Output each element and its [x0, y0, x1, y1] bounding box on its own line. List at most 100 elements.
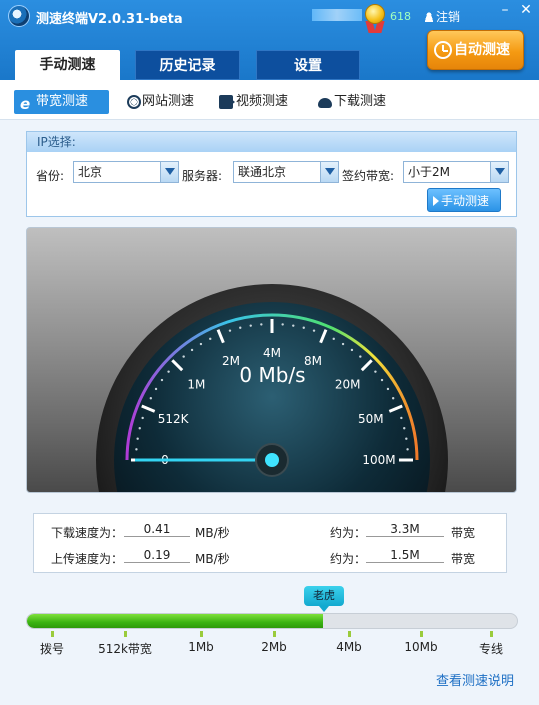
scale-tick	[490, 631, 493, 637]
province-value: 北京	[78, 165, 103, 179]
needle-center	[265, 453, 279, 467]
gauge-minor-tick	[312, 329, 316, 332]
subtab-website[interactable]: 网站测速	[127, 90, 194, 114]
main-content: e 带宽测速 网站测速 视频测速 下载测速 IP选择: 省份: 北京 服务器: …	[0, 80, 539, 705]
scale-label: 1Mb	[188, 640, 214, 654]
download-bandwidth-value: 3.3M	[366, 522, 444, 537]
gauge-label: 512K	[158, 412, 190, 426]
scale-tick	[124, 631, 127, 637]
app-title: 测速终端V2.0.31-beta	[36, 12, 183, 27]
province-select[interactable]: 北京	[73, 161, 179, 183]
scale-tick	[348, 631, 351, 637]
subtab-video[interactable]: 视频测速	[219, 90, 288, 114]
download-bw-unit: 带宽	[451, 526, 476, 540]
ip-panel-title: IP选择:	[27, 132, 516, 152]
gauge-minor-tick	[406, 448, 409, 451]
gauge-minor-tick	[141, 416, 144, 420]
gauge-minor-tick	[386, 387, 390, 391]
video-camera-icon	[219, 95, 235, 109]
username-blurred	[312, 9, 362, 21]
current-speed: 0 Mb/s	[239, 363, 306, 387]
globe-icon	[127, 95, 141, 109]
scale-tick	[420, 631, 423, 637]
chevron-down-icon[interactable]	[490, 162, 508, 182]
download-approx-label: 约为：	[330, 526, 367, 540]
tab-manual-test[interactable]: 手动测速	[15, 50, 120, 80]
server-label: 服务器:	[182, 169, 223, 183]
gauge-minor-tick	[403, 427, 406, 430]
subtab-bandwidth[interactable]: e 带宽测速	[14, 90, 109, 114]
logout-link[interactable]: 注销	[424, 8, 460, 25]
person-icon	[424, 12, 434, 22]
gauge-minor-tick	[405, 437, 408, 440]
gauge-minor-tick	[400, 416, 403, 420]
download-speed-value: 0.41	[124, 522, 190, 537]
gauge-minor-tick	[391, 397, 395, 400]
app-logo-icon	[8, 5, 30, 27]
upload-speed-value: 0.19	[124, 548, 190, 563]
cloud-download-icon	[318, 98, 332, 108]
bandwidth-value: 小于2M	[408, 165, 450, 179]
gauge-minor-tick	[228, 329, 232, 332]
help-link[interactable]: 查看测速说明	[436, 670, 514, 689]
upload-bw-unit: 带宽	[451, 552, 476, 566]
close-button[interactable]: ✕	[518, 3, 534, 19]
bandwidth-select[interactable]: 小于2M	[403, 161, 509, 183]
gauge-label: 50M	[358, 412, 384, 426]
clock-icon	[434, 41, 452, 59]
upload-approx-label: 约为：	[330, 552, 367, 566]
scale-label: 专线	[478, 642, 503, 656]
gauge-minor-tick	[190, 348, 194, 352]
gauge-minor-tick	[136, 437, 139, 440]
level-bar-fill	[27, 614, 324, 628]
scale-label: 2Mb	[261, 640, 287, 654]
upload-speed-label: 上传速度为：	[51, 552, 124, 566]
manual-test-button[interactable]: 手动测速	[427, 188, 501, 212]
subtab-bandwidth-label: 带宽测速	[36, 94, 89, 109]
gauge-minor-tick	[302, 326, 305, 329]
gauge-minor-tick	[281, 323, 284, 326]
title-bar: 测速终端V2.0.31-beta 618 注销 – ✕	[0, 0, 539, 33]
medal-icon	[364, 4, 386, 34]
gauge-minor-tick	[350, 348, 354, 352]
auto-test-label: 自动测速	[454, 42, 510, 58]
scale-label: 10Mb	[404, 640, 438, 654]
gauge-minor-tick	[292, 324, 295, 327]
level-bar	[26, 613, 518, 629]
download-speed-label: 下载速度为：	[51, 526, 124, 540]
tab-settings[interactable]: 设置	[256, 50, 360, 80]
gauge-label: 100M	[362, 453, 395, 467]
gauge-minor-tick	[135, 448, 138, 451]
minimize-button[interactable]: –	[497, 3, 513, 19]
result-stats: 下载速度为： 0.41 MB/秒 约为： 3.3M 带宽 上传速度为： 0.19…	[33, 513, 507, 573]
chevron-down-icon[interactable]	[320, 162, 338, 182]
subtab-download-label: 下载测速	[334, 94, 387, 109]
download-unit: MB/秒	[195, 526, 230, 540]
gauge-minor-tick	[249, 324, 252, 327]
tab-history[interactable]: 历史记录	[135, 50, 240, 80]
gauge-minor-tick	[149, 397, 153, 400]
level-bubble: 老虎	[304, 586, 344, 612]
scale-tick	[51, 631, 54, 637]
gauge-minor-tick	[359, 355, 362, 358]
subtab-video-label: 视频测速	[236, 94, 289, 109]
upload-unit: MB/秒	[195, 552, 230, 566]
server-select[interactable]: 联通北京	[233, 161, 339, 183]
scale-label: 512k带宽	[98, 642, 152, 656]
gauge-label: 4M	[263, 346, 281, 360]
gauge-minor-tick	[332, 337, 335, 341]
scale-label: 4Mb	[336, 640, 362, 654]
scale-label: 拨号	[39, 642, 64, 656]
auto-test-button[interactable]: 自动测速	[427, 30, 524, 70]
scale-tick	[273, 631, 276, 637]
score-value: 618	[390, 10, 411, 23]
subtab-download[interactable]: 下载测速	[318, 90, 386, 114]
upload-bandwidth-value: 1.5M	[366, 548, 444, 563]
ie-icon: e	[20, 95, 31, 113]
province-label: 省份:	[36, 169, 65, 183]
ip-selection-panel: IP选择: 省份: 北京 服务器: 联通北京 签约带宽: 小于2M 手动测速	[26, 131, 517, 217]
chevron-down-icon[interactable]	[160, 162, 178, 182]
gauge-dial: 0512K1M2M4M8M20M50M100M	[96, 284, 448, 492]
server-value: 联通北京	[238, 165, 287, 179]
bandwidth-label: 签约带宽:	[342, 169, 395, 183]
